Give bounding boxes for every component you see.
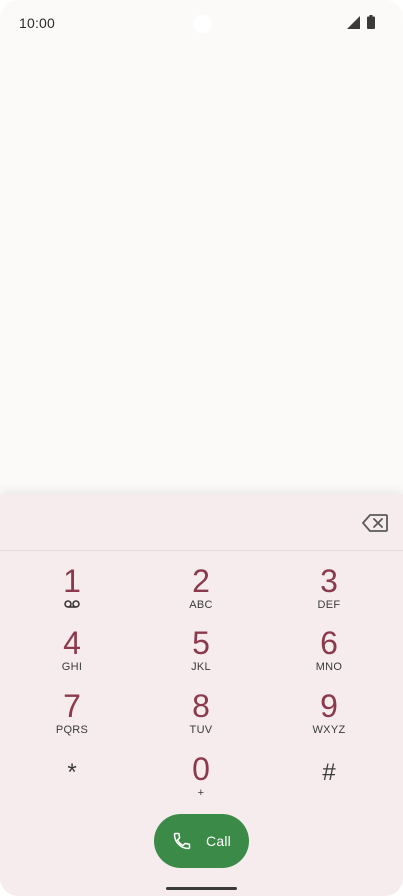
key-digit: 3: [320, 563, 338, 599]
key-letters: DEF: [317, 599, 341, 611]
camera-cutout: [193, 15, 211, 33]
key-digit: 9: [320, 688, 338, 724]
key-letters: WXYZ: [312, 724, 346, 736]
key-pound[interactable]: #: [279, 752, 379, 808]
key-5[interactable]: 5 JKL: [151, 626, 251, 682]
key-2[interactable]: 2 ABC: [151, 564, 251, 620]
voicemail-icon: [64, 600, 80, 608]
status-time: 10:00: [19, 15, 56, 31]
key-digit: 8: [192, 688, 210, 724]
phone-icon: [173, 832, 191, 850]
key-letters: ABC: [189, 599, 213, 611]
key-9[interactable]: 9 WXYZ: [279, 689, 379, 745]
key-digit: 2: [192, 563, 210, 599]
key-letters: GHI: [61, 661, 83, 673]
key-6[interactable]: 6 MNO: [279, 626, 379, 682]
home-indicator[interactable]: [166, 887, 237, 890]
signal-icon: [347, 16, 360, 29]
key-digit: 7: [63, 688, 81, 724]
dialpad-sheet: 1 2 ABC 3 DEF 4 GHI 5 JKL 6 MNO 7 PQRS 8…: [0, 494, 403, 896]
key-digit: 4: [63, 625, 81, 661]
key-7[interactable]: 7 PQRS: [22, 689, 122, 745]
key-star[interactable]: *: [22, 752, 122, 808]
key-letters: JKL: [191, 661, 211, 673]
call-button[interactable]: Call: [154, 814, 249, 868]
key-0[interactable]: 0 +: [151, 752, 251, 808]
call-label: Call: [206, 833, 231, 849]
key-letters: +: [197, 787, 205, 799]
key-letters: TUV: [189, 724, 213, 736]
status-bar: 10:00: [0, 0, 403, 46]
battery-icon: [367, 15, 375, 29]
key-digit: 1: [63, 563, 81, 599]
key-digit: 0: [192, 751, 210, 787]
key-letters: PQRS: [55, 724, 89, 736]
key-digit: #: [322, 759, 336, 786]
key-1[interactable]: 1: [22, 564, 122, 620]
key-3[interactable]: 3 DEF: [279, 564, 379, 620]
key-letters: MNO: [315, 661, 343, 673]
phone-screen: 10:00 1 2 ABC 3 DEF 4 GHI 5 JKL 6 MNO 7 …: [0, 0, 403, 896]
key-digit: *: [67, 759, 77, 786]
backspace-icon[interactable]: [362, 514, 388, 532]
key-digit: 6: [320, 625, 338, 661]
key-digit: 5: [192, 625, 210, 661]
dialed-number-field[interactable]: [0, 494, 403, 551]
key-8[interactable]: 8 TUV: [151, 689, 251, 745]
key-4[interactable]: 4 GHI: [22, 626, 122, 682]
